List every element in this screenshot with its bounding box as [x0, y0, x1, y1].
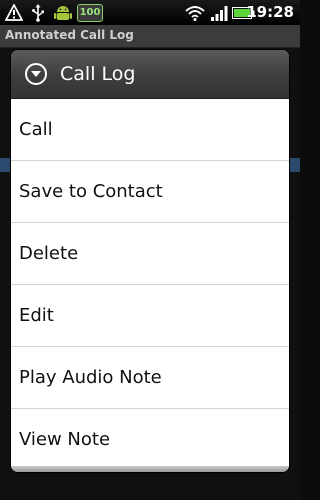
wifi-icon — [184, 3, 206, 22]
usb-icon — [30, 3, 46, 22]
app-title-bar: Annotated Call Log — [0, 25, 300, 48]
menu-item-save-to-contact[interactable]: Save to Contact — [11, 161, 289, 223]
android-icon — [52, 3, 74, 22]
menu-item-edit[interactable]: Edit — [11, 285, 289, 347]
chevron-down-circle-icon — [25, 63, 47, 85]
menu-item-view-note[interactable]: View Note — [11, 409, 289, 470]
call-log-dialog: Call Log Call Save to Contact Delete Edi… — [11, 50, 289, 472]
menu-item-call[interactable]: Call — [11, 99, 289, 161]
warning-icon — [4, 3, 24, 22]
list-item-accent-right — [288, 158, 300, 172]
menu-item-delete[interactable]: Delete — [11, 223, 289, 285]
battery-badge: 100 — [77, 4, 103, 22]
dialog-title: Call Log — [60, 63, 136, 85]
clock: 19:28 — [246, 3, 294, 21]
dialog-header: Call Log — [11, 50, 289, 99]
menu-item-play-audio-note[interactable]: Play Audio Note — [11, 347, 289, 409]
app-title: Annotated Call Log — [5, 28, 134, 42]
status-bar: 100 19:28 — [0, 0, 300, 25]
signal-icon — [209, 3, 229, 22]
menu-list: Call Save to Contact Delete Edit Play Au… — [11, 99, 289, 470]
dialog-footer — [11, 466, 289, 472]
